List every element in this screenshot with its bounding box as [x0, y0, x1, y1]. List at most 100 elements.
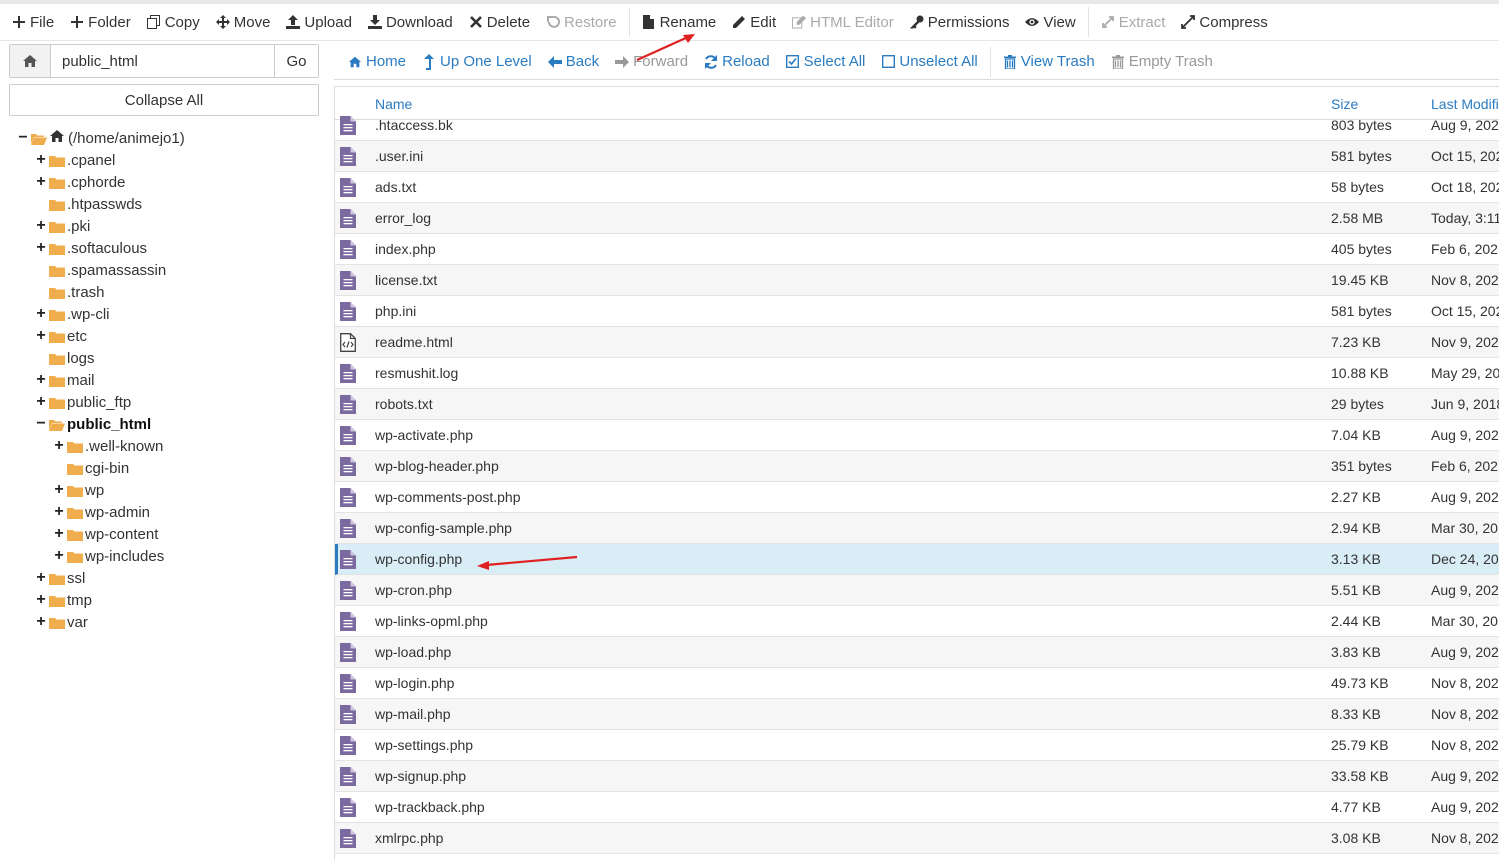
table-row[interactable]: wp-blog-header.php 351 bytes Feb 6, 202 [335, 451, 1499, 482]
tree-item[interactable]: + tmp [35, 589, 92, 611]
toolbar-permissions-button[interactable]: Permissions [902, 4, 1018, 40]
table-row[interactable]: wp-comments-post.php 2.27 KB Aug 9, 202 [335, 482, 1499, 513]
table-row[interactable]: resmushit.log 10.88 KB May 29, 20 [335, 358, 1499, 389]
tree-item[interactable]: + .cphorde [35, 171, 125, 193]
tree-item[interactable]: logs [35, 347, 95, 369]
expand-icon[interactable]: + [53, 504, 65, 520]
toolbar-copy-button[interactable]: Copy [139, 4, 208, 40]
tree-item[interactable]: − public_html [35, 413, 151, 435]
expand-icon[interactable]: + [53, 548, 65, 564]
table-row[interactable]: wp-config-sample.php 2.94 KB Mar 30, 20 [335, 513, 1499, 544]
collapse-all-button[interactable]: Collapse All [9, 84, 319, 116]
table-row[interactable]: license.txt 19.45 KB Nov 8, 202 [335, 265, 1499, 296]
table-row[interactable]: wp-signup.php 33.58 KB Aug 9, 202 [335, 761, 1499, 792]
tree-item[interactable]: .htpasswds [35, 193, 142, 215]
expand-icon[interactable]: + [35, 614, 47, 630]
path-home-button[interactable] [10, 45, 51, 77]
home-button[interactable]: Home [340, 46, 414, 78]
tree-item[interactable]: − (/home/animejo1) [17, 127, 184, 149]
back-button[interactable]: Back [540, 46, 607, 78]
file-modified: Nov 8, 202 [1431, 675, 1499, 691]
table-row[interactable]: wp-links-opml.php 2.44 KB Mar 30, 20 [335, 606, 1499, 637]
tree-item[interactable]: + wp-includes [53, 545, 164, 567]
table-row[interactable]: ads.txt 58 bytes Oct 18, 202 [335, 172, 1499, 203]
toolbar-move-button[interactable]: Move [208, 4, 279, 40]
toolbar-edit-button[interactable]: Edit [724, 4, 784, 40]
toolbar-extract-button[interactable]: Extract [1093, 4, 1174, 40]
path-input[interactable] [51, 45, 274, 77]
tree-item[interactable]: + .wp-cli [35, 303, 109, 325]
collapse-icon[interactable]: − [35, 416, 47, 432]
toolbar-rename-button[interactable]: Rename [634, 4, 725, 40]
table-row[interactable]: wp-activate.php 7.04 KB Aug 9, 202 [335, 420, 1499, 451]
table-row[interactable]: robots.txt 29 bytes Jun 9, 2018 [335, 389, 1499, 420]
toolbar-button-label: Edit [750, 13, 777, 31]
forward-button[interactable]: Forward [607, 46, 696, 78]
tree-item[interactable]: + .pki [35, 215, 90, 237]
tree-item[interactable]: + wp-admin [53, 501, 150, 523]
table-row[interactable]: wp-trackback.php 4.77 KB Aug 9, 202 [335, 792, 1499, 823]
table-row[interactable]: wp-settings.php 25.79 KB Nov 8, 202 [335, 730, 1499, 761]
expand-icon[interactable]: + [35, 394, 47, 410]
expand-icon[interactable]: + [35, 570, 47, 586]
tree-item[interactable]: + public_ftp [35, 391, 131, 413]
tree-item[interactable]: + var [35, 611, 88, 633]
go-button[interactable]: Go [274, 45, 318, 77]
table-row[interactable]: xmlrpc.php 3.08 KB Nov 8, 202 [335, 823, 1499, 854]
tree-item[interactable]: + .softaculous [35, 237, 147, 259]
toolbar-compress-button[interactable]: Compress [1173, 4, 1275, 40]
table-row[interactable]: .user.ini 581 bytes Oct 15, 202 [335, 141, 1499, 172]
toolbar-button-label: Compress [1199, 13, 1268, 31]
up-one-level-button[interactable]: Up One Level [414, 46, 540, 78]
select-all-button[interactable]: Select All [778, 46, 874, 78]
tree-item[interactable]: cgi-bin [53, 457, 129, 479]
expand-icon[interactable]: + [35, 152, 47, 168]
expand-icon[interactable]: + [35, 218, 47, 234]
html-file-icon [340, 333, 356, 352]
tree-item[interactable]: .trash [35, 281, 105, 303]
table-row[interactable]: php.ini 581 bytes Oct 15, 202 [335, 296, 1499, 327]
expand-icon[interactable]: + [35, 306, 47, 322]
table-row[interactable]: readme.html 7.23 KB Nov 9, 202 [335, 327, 1499, 358]
expand-icon[interactable]: + [35, 592, 47, 608]
expand-icon[interactable]: + [35, 372, 47, 388]
toolbar-file-button[interactable]: File [4, 4, 62, 40]
table-row[interactable]: wp-mail.php 8.33 KB Nov 8, 202 [335, 699, 1499, 730]
tree-item[interactable]: + .cpanel [35, 149, 115, 171]
table-row[interactable]: index.php 405 bytes Feb 6, 202 [335, 234, 1499, 265]
toolbar-html-editor-button[interactable]: HTML Editor [784, 4, 902, 40]
tree-item[interactable]: + ssl [35, 567, 85, 589]
tree-item[interactable]: + wp [53, 479, 104, 501]
table-row[interactable]: wp-load.php 3.83 KB Aug 9, 202 [335, 637, 1499, 668]
toolbar-upload-button[interactable]: Upload [278, 4, 360, 40]
expand-icon[interactable]: + [53, 526, 65, 542]
table-row[interactable]: wp-login.php 49.73 KB Nov 8, 202 [335, 668, 1499, 699]
tree-item[interactable]: .spamassassin [35, 259, 166, 281]
table-row[interactable]: error_log 2.58 MB Today, 3:11 [335, 203, 1499, 234]
expand-icon[interactable]: + [35, 174, 47, 190]
file-size: 25.79 KB [1331, 737, 1389, 753]
table-row[interactable]: wp-cron.php 5.51 KB Aug 9, 202 [335, 575, 1499, 606]
empty-trash-button[interactable]: Empty Trash [1103, 46, 1221, 78]
reload-button[interactable]: Reload [696, 46, 778, 78]
view-trash-button[interactable]: View Trash [995, 46, 1103, 78]
toolbar-delete-button[interactable]: Delete [461, 4, 538, 40]
tree-item[interactable]: + wp-content [53, 523, 158, 545]
tree-item[interactable]: + .well-known [53, 435, 163, 457]
tree-item[interactable]: + etc [35, 325, 87, 347]
tree-item-label: .pki [67, 217, 91, 235]
toolbar-restore-button[interactable]: Restore [538, 4, 625, 40]
toolbar-folder-button[interactable]: Folder [62, 4, 139, 40]
file-name: wp-config.php [375, 551, 463, 567]
expand-icon[interactable]: + [35, 240, 47, 256]
expand-icon[interactable]: + [35, 328, 47, 344]
expand-icon[interactable]: + [53, 438, 65, 454]
table-row[interactable]: .htaccess.bk 803 bytes Aug 9, 202 [335, 110, 1499, 141]
expand-icon[interactable]: + [53, 482, 65, 498]
table-row[interactable]: wp-config.php 3.13 KB Dec 24, 20 [335, 544, 1499, 575]
toolbar-download-button[interactable]: Download [360, 4, 461, 40]
unselect-all-button[interactable]: Unselect All [873, 46, 985, 78]
collapse-icon[interactable]: − [17, 130, 29, 146]
toolbar-view-button[interactable]: View [1017, 4, 1083, 40]
tree-item[interactable]: + mail [35, 369, 94, 391]
